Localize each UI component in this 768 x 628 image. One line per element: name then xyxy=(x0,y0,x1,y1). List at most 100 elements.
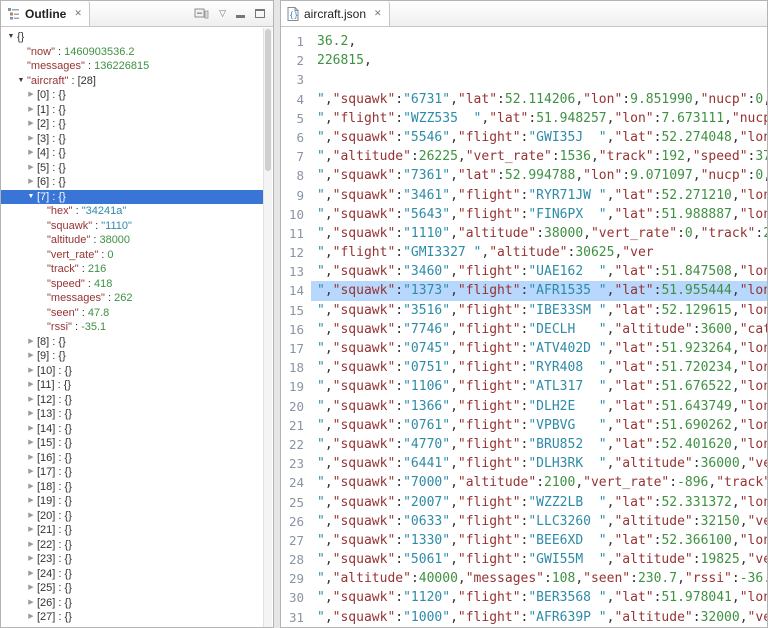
code-text[interactable]: ","squawk":"3516","flight":"IBE33SM ","l… xyxy=(311,301,767,320)
expand-arrow-icon[interactable]: ▶ xyxy=(25,480,37,495)
editor-line[interactable]: 23 ","squawk":"6441","flight":"DLH3RK ","… xyxy=(281,454,767,474)
editor-tab[interactable]: {} aircraft.json ✕ xyxy=(281,1,390,26)
expand-arrow-icon[interactable]: ▶ xyxy=(25,132,37,147)
tree-item[interactable]: "squawk" : "1110" xyxy=(1,219,263,234)
tree-item[interactable]: ▶ [12] : {} xyxy=(1,393,263,408)
editor-line[interactable]: 17 ","squawk":"0745","flight":"ATV402D ",… xyxy=(281,339,767,359)
tree-item[interactable]: "messages" : 262 xyxy=(1,291,263,306)
code-text[interactable]: ","squawk":"1373","flight":"AFR1535 ","l… xyxy=(311,281,767,301)
expand-arrow-icon[interactable]: ▶ xyxy=(25,509,37,524)
editor-line[interactable]: 25 ","squawk":"2007","flight":"WZZ2LB ","… xyxy=(281,492,767,512)
code-text[interactable]: ","squawk":"7000","altitude":2100,"vert_… xyxy=(311,473,767,492)
tree-item[interactable]: ▶ [24] : {} xyxy=(1,567,263,582)
editor-line[interactable]: 28 ","squawk":"5061","flight":"GWI55M ","… xyxy=(281,550,767,570)
code-text[interactable]: ","squawk":"7361","lat":52.994788,"lon":… xyxy=(311,166,767,185)
expand-arrow-icon[interactable]: ▶ xyxy=(25,378,37,393)
expand-arrow-icon[interactable]: ▶ xyxy=(25,88,37,103)
editor-line[interactable]: 11 ","squawk":"1110","altitude":38000,"ve… xyxy=(281,223,767,244)
code-text[interactable]: ","squawk":"5546","flight":"GWI35J ","la… xyxy=(311,128,767,147)
editor-line[interactable]: 10 ","squawk":"5643","flight":"FIN6PX ","… xyxy=(281,204,767,224)
expand-arrow-icon[interactable]: ▶ xyxy=(25,567,37,582)
expand-arrow-icon[interactable]: ▶ xyxy=(25,422,37,437)
expand-arrow-icon[interactable]: ▶ xyxy=(25,103,37,118)
collapse-arrow-icon[interactable]: ▼ xyxy=(15,74,27,89)
code-text[interactable]: ","squawk":"1000","flight":"AFR639P ","a… xyxy=(311,608,767,627)
code-text[interactable]: ","flight":"WZZ535 ","lat":51.948257,"lo… xyxy=(311,109,767,128)
view-menu-icon[interactable]: ▽ xyxy=(219,9,226,18)
tree-item[interactable]: ▶ [14] : {} xyxy=(1,422,263,437)
tree-item[interactable]: ▶ [26] : {} xyxy=(1,596,263,611)
code-text[interactable]: ","squawk":"1330","flight":"BEE6XD ","la… xyxy=(311,531,767,550)
tree-item[interactable]: ▶ [1] : {} xyxy=(1,103,263,118)
code-text[interactable]: ","squawk":"6731","lat":52.114206,"lon":… xyxy=(311,90,767,109)
expand-arrow-icon[interactable]: ▶ xyxy=(25,117,37,132)
tree-item[interactable]: "track" : 216 xyxy=(1,262,263,277)
tree-item[interactable]: ▶ [5] : {} xyxy=(1,161,263,176)
minimize-icon[interactable] xyxy=(236,14,245,18)
editor-line[interactable]: 31 ","squawk":"1000","flight":"AFR639P ",… xyxy=(281,607,767,627)
collapse-arrow-icon[interactable]: ▼ xyxy=(25,190,37,205)
tree-item[interactable]: ▶ [20] : {} xyxy=(1,509,263,524)
tree-item[interactable]: ▶ [22] : {} xyxy=(1,538,263,553)
code-text[interactable]: ","squawk":"3460","flight":"UAE162 ","la… xyxy=(311,262,767,281)
tree-item[interactable]: ▶ [27] : {} xyxy=(1,610,263,625)
code-text[interactable] xyxy=(311,70,767,89)
tree-item[interactable]: ▶ [3] : {} xyxy=(1,132,263,147)
editor-line[interactable]: 27 ","squawk":"1330","flight":"BEE6XD ","… xyxy=(281,530,767,551)
editor-line[interactable]: 24 ","squawk":"7000","altitude":2100,"ver… xyxy=(281,473,767,493)
tree-item[interactable]: ▶ [16] : {} xyxy=(1,451,263,466)
tree-item[interactable]: "hex" : "34241a" xyxy=(1,204,263,219)
editor-line[interactable]: 22 ","squawk":"4770","flight":"BRU852 ","… xyxy=(281,434,767,455)
editor-line[interactable]: 2 226815, xyxy=(281,51,767,71)
code-text[interactable]: ","squawk":"5061","flight":"GWI55M ","al… xyxy=(311,550,767,569)
code-text[interactable]: ","altitude":40000,"messages":108,"seen"… xyxy=(311,569,767,588)
editor-line[interactable]: 13 ","squawk":"3460","flight":"UAE162 ","… xyxy=(281,262,767,282)
tree-item[interactable]: ▶ [19] : {} xyxy=(1,494,263,509)
editor-tab-close-icon[interactable]: ✕ xyxy=(374,8,382,19)
code-text[interactable]: ","squawk":"3461","flight":"RYR71JW ","l… xyxy=(311,186,767,205)
editor-line[interactable]: 29 ","altitude":40000,"messages":108,"see… xyxy=(281,569,767,589)
tree-item[interactable]: ▶ [13] : {} xyxy=(1,407,263,422)
code-text[interactable]: ","squawk":"0745","flight":"ATV402D ","l… xyxy=(311,339,767,358)
code-text[interactable]: ","squawk":"0633","flight":"LLC3260 ","a… xyxy=(311,512,767,531)
tree-item[interactable]: ▶ [6] : {} xyxy=(1,175,263,190)
code-text[interactable]: ","squawk":"0761","flight":"VPBVG ","lat… xyxy=(311,416,767,435)
tree-item[interactable]: ▶ [10] : {} xyxy=(1,364,263,379)
code-text[interactable]: ","squawk":"7746","flight":"DECLH ","alt… xyxy=(311,320,767,339)
code-text[interactable]: ","squawk":"0751","flight":"RYR408 ","la… xyxy=(311,358,767,377)
collapse-arrow-icon[interactable]: ▼ xyxy=(5,30,17,45)
tree-item[interactable]: ▶ [17] : {} xyxy=(1,465,263,480)
code-text[interactable]: ","squawk":"4770","flight":"BRU852 ","la… xyxy=(311,435,767,454)
tree-item[interactable]: "speed" : 418 xyxy=(1,277,263,292)
expand-arrow-icon[interactable]: ▶ xyxy=(25,335,37,350)
expand-arrow-icon[interactable]: ▶ xyxy=(25,161,37,176)
code-text[interactable]: ","altitude":26225,"vert_rate":1536,"tra… xyxy=(311,147,767,166)
code-text[interactable]: ","squawk":"2007","flight":"WZZ2LB ","la… xyxy=(311,493,767,512)
editor-line[interactable]: 15 ","squawk":"3516","flight":"IBE33SM ",… xyxy=(281,300,767,320)
editor-line[interactable]: 19 ","squawk":"1106","flight":"ATL317 ","… xyxy=(281,377,767,397)
tree-item[interactable]: ▶ [9] : {} xyxy=(1,349,263,364)
tree-item[interactable]: "seen" : 47.8 xyxy=(1,306,263,321)
expand-arrow-icon[interactable]: ▶ xyxy=(25,523,37,538)
editor-line[interactable]: 1 36.2, xyxy=(281,32,767,52)
tree-item[interactable]: ▶ [8] : {} xyxy=(1,335,263,350)
expand-arrow-icon[interactable]: ▶ xyxy=(25,436,37,451)
code-text[interactable]: ","squawk":"6441","flight":"DLH3RK ","al… xyxy=(311,454,767,473)
code-text[interactable]: ","squawk":"5643","flight":"FIN6PX ","la… xyxy=(311,205,767,224)
code-text[interactable]: 36.2, xyxy=(311,32,767,51)
editor-line[interactable]: 6 ","squawk":"5546","flight":"GWI35J ","l… xyxy=(281,127,767,148)
tree-item[interactable]: ▶ [0] : {} xyxy=(1,88,263,103)
expand-arrow-icon[interactable]: ▶ xyxy=(25,175,37,190)
editor-content[interactable]: 1 36.2, 2 226815, 3 4 ","squawk":"6731","lat":… xyxy=(281,28,767,627)
expand-arrow-icon[interactable]: ▶ xyxy=(25,494,37,509)
expand-arrow-icon[interactable]: ▶ xyxy=(25,610,37,625)
tree-item[interactable]: ▶ [18] : {} xyxy=(1,480,263,495)
code-text[interactable]: ","squawk":"1110","altitude":38000,"vert… xyxy=(311,224,767,243)
tree-item[interactable]: "altitude" : 38000 xyxy=(1,233,263,248)
tree-item[interactable]: ▼ [7] : {} xyxy=(1,189,263,205)
expand-arrow-icon[interactable]: ▶ xyxy=(25,581,37,596)
expand-arrow-icon[interactable]: ▶ xyxy=(25,146,37,161)
code-text[interactable]: ","flight":"GMI3327 ","altitude":30625,"… xyxy=(311,243,767,262)
tree-item[interactable]: "rssi" : -35.1 xyxy=(1,320,263,335)
tree-item[interactable]: "now" : 1460903536.2 xyxy=(1,45,263,60)
